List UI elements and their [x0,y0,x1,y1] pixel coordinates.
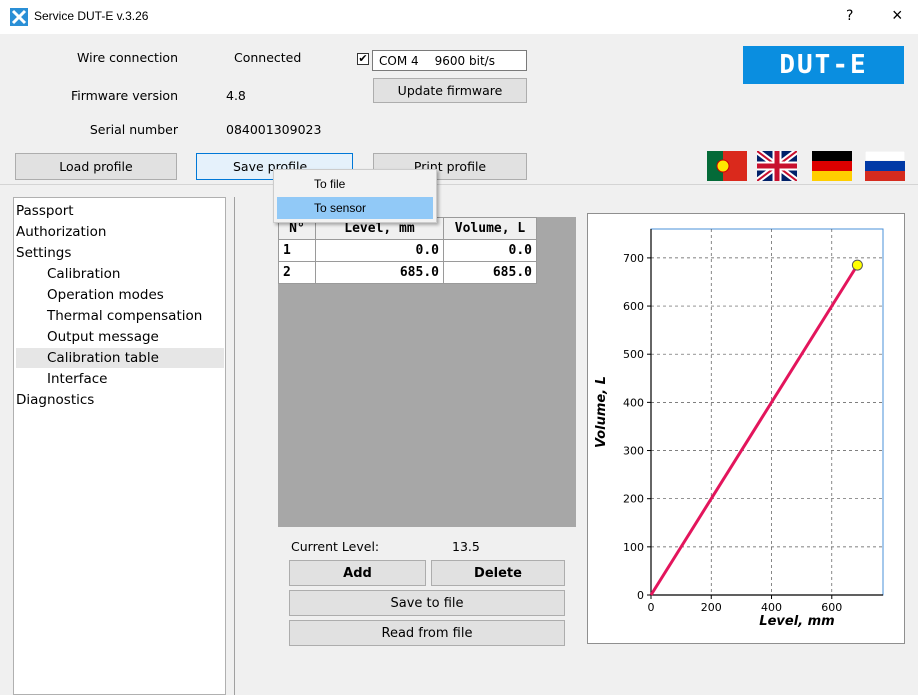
toolbar-separator [0,184,918,185]
x-tick-label: 600 [821,601,842,614]
level-cell[interactable]: 685.0 [315,261,444,284]
menu-item-to-file[interactable]: To file [277,173,433,195]
save-profile-menu: To file To sensor [273,169,437,223]
y-tick-label: 100 [623,541,644,554]
com-port-value: COM 4 [379,53,419,68]
y-tick-label: 400 [623,396,644,409]
update-firmware-button[interactable]: Update firmware [373,78,527,103]
y-tick-label: 0 [637,589,644,602]
dut-e-logo: DUT-E [743,46,904,84]
level-cell[interactable]: 0.0 [315,239,444,262]
x-axis-label: Level, mm [759,614,834,629]
app-icon [10,8,28,26]
read-from-file-button[interactable]: Read from file [289,620,565,646]
russia-flag-icon[interactable] [865,151,905,181]
menu-item-to-sensor[interactable]: To sensor [277,197,433,219]
firmware-version-value: 4.8 [226,88,246,103]
tree-item-interface[interactable]: Interface [47,369,107,389]
serial-number-label: Serial number [89,122,178,137]
firmware-version-label: Firmware version [70,88,178,103]
current-point-marker [851,259,863,271]
current-level-label: Current Level: [291,539,380,554]
window-title: Service DUT-E v.3.26 [34,9,149,23]
y-tick-label: 300 [623,445,644,458]
y-tick-label: 700 [623,252,644,265]
tree-item-output-message[interactable]: Output message [47,327,159,347]
row-number: 1 [278,239,316,262]
tree-item-passport[interactable]: Passport [16,201,74,221]
volume-cell[interactable]: 685.0 [443,261,537,284]
tree-item-settings[interactable]: Settings [16,243,71,263]
tree-item-authorization[interactable]: Authorization [16,222,106,242]
panel-divider [234,197,235,695]
calibration-table[interactable]: N° Level, mm Volume, L 1 0.0 0.0 2 685.0… [278,217,537,284]
column-header-volume: Volume, L [443,217,537,240]
uk-flag-icon[interactable] [757,151,797,181]
wire-connection-value: Connected [234,50,302,65]
delete-button[interactable]: Delete [431,560,565,586]
close-button[interactable]: × [892,5,903,26]
com-port-selector[interactable]: COM 4 9600 bit/s [372,50,527,71]
y-tick-label: 200 [623,493,644,506]
table-row[interactable]: 2 685.0 685.0 [278,261,537,284]
tree-item-calibration[interactable]: Calibration [47,264,120,284]
baud-rate-value: 9600 bit/s [434,53,495,68]
y-axis-label: Volume, L [594,376,609,448]
portugal-flag-icon[interactable] [707,151,747,181]
y-tick-label: 600 [623,300,644,313]
germany-flag-icon[interactable] [812,151,852,181]
tree-item-operation-modes[interactable]: Operation modes [47,285,164,305]
y-tick-label: 500 [623,348,644,361]
current-level-value: 13.5 [452,539,480,554]
tree-item-calibration-table[interactable]: Calibration table [16,348,224,368]
tree-item-diagnostics[interactable]: Diagnostics [16,390,94,410]
save-to-file-button[interactable]: Save to file [289,590,565,616]
serial-number-value: 084001309023 [226,122,322,137]
x-tick-label: 0 [648,601,655,614]
calibration-chart-panel: 0 200 400 600 0 100 200 300 400 500 600 700 Level, … [587,213,905,644]
row-number: 2 [278,261,316,284]
calibration-table-area[interactable]: N° Level, mm Volume, L 1 0.0 0.0 2 685.0… [278,217,576,527]
navigation-tree: Passport Authorization Settings Calibrat… [13,197,226,695]
tree-item-thermal-compensation[interactable]: Thermal compensation [47,306,202,326]
x-tick-label: 400 [761,601,782,614]
add-button[interactable]: Add [289,560,426,586]
x-tick-label: 200 [701,601,722,614]
load-profile-button[interactable]: Load profile [15,153,177,180]
com-port-checkbox[interactable]: ✔ [357,53,369,65]
volume-cell[interactable]: 0.0 [443,239,537,262]
help-button[interactable]: ? [846,8,853,24]
wire-connection-label: Wire connection [77,50,178,65]
table-row[interactable]: 1 0.0 0.0 [278,239,537,262]
calibration-chart: 0 200 400 600 0 100 200 300 400 500 600 700 Level, … [594,228,884,629]
